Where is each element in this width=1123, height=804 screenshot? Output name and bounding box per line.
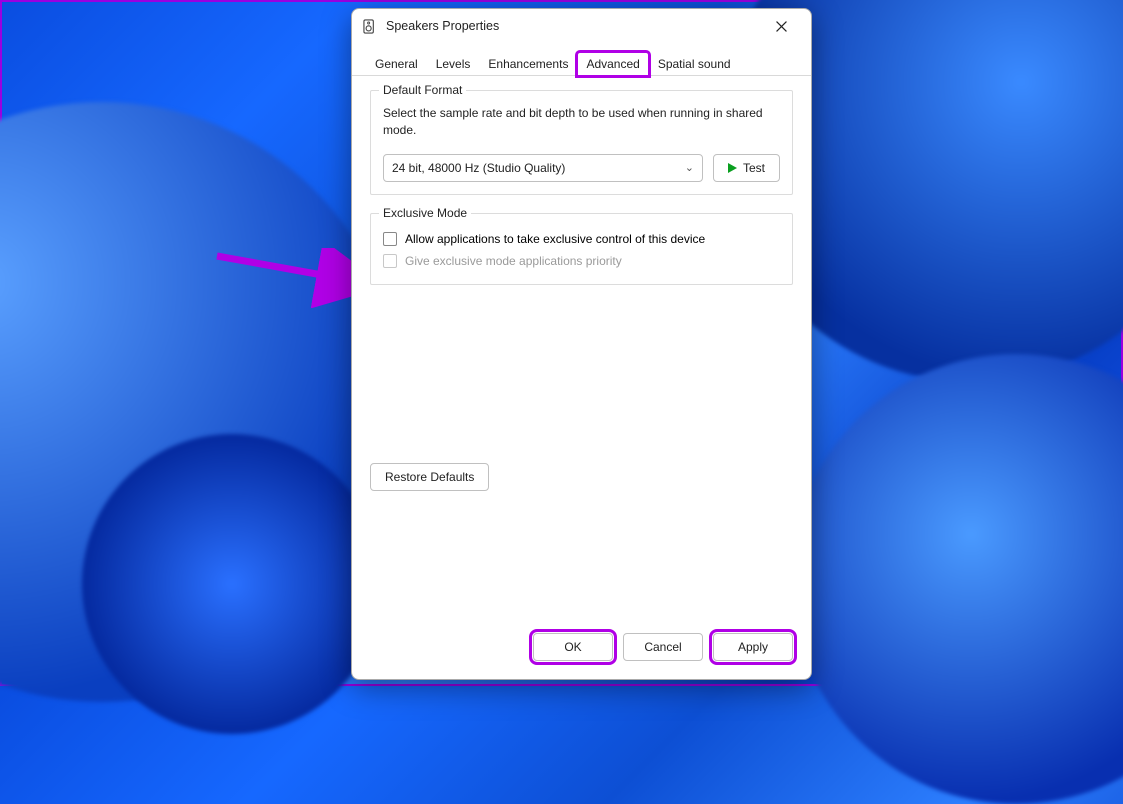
exclusive-mode-title: Exclusive Mode xyxy=(379,206,471,220)
ok-button[interactable]: OK xyxy=(533,633,613,661)
close-icon xyxy=(776,21,787,32)
checkbox-icon xyxy=(383,254,397,268)
tab-advanced[interactable]: Advanced xyxy=(577,52,648,76)
close-button[interactable] xyxy=(761,12,801,40)
titlebar: Speakers Properties xyxy=(352,9,811,43)
give-priority-label: Give exclusive mode applications priorit… xyxy=(405,254,622,268)
apply-button[interactable]: Apply xyxy=(713,633,793,661)
default-format-title: Default Format xyxy=(379,83,466,97)
tab-levels[interactable]: Levels xyxy=(427,52,480,76)
allow-exclusive-label: Allow applications to take exclusive con… xyxy=(405,232,705,246)
speaker-icon xyxy=(362,18,378,34)
tab-general[interactable]: General xyxy=(366,52,427,76)
chevron-down-icon: ⌄ xyxy=(685,161,694,174)
ok-button-label: OK xyxy=(564,640,581,654)
tab-enhancements[interactable]: Enhancements xyxy=(479,52,577,76)
tab-strip: General Levels Enhancements Advanced Spa… xyxy=(352,43,811,76)
apply-button-label: Apply xyxy=(738,640,768,654)
tab-spatial-sound[interactable]: Spatial sound xyxy=(649,52,740,76)
restore-defaults-button[interactable]: Restore Defaults xyxy=(370,463,489,491)
background-shape xyxy=(791,354,1123,804)
checkbox-icon xyxy=(383,232,397,246)
sample-rate-combobox[interactable]: 24 bit, 48000 Hz (Studio Quality) ⌄ xyxy=(383,154,703,182)
checkbox-allow-exclusive[interactable]: Allow applications to take exclusive con… xyxy=(383,228,780,250)
cancel-button-label: Cancel xyxy=(644,640,681,654)
dialog-footer: OK Cancel Apply xyxy=(352,621,811,679)
default-format-help: Select the sample rate and bit depth to … xyxy=(383,105,780,140)
background-shape xyxy=(82,434,382,734)
groupbox-default-format: Default Format Select the sample rate an… xyxy=(370,90,793,195)
properties-dialog: Speakers Properties General Levels Enhan… xyxy=(351,8,812,680)
play-icon xyxy=(728,163,737,173)
window-title: Speakers Properties xyxy=(386,19,499,33)
checkbox-give-priority: Give exclusive mode applications priorit… xyxy=(383,250,780,272)
test-button[interactable]: Test xyxy=(713,154,780,182)
test-button-label: Test xyxy=(743,161,765,175)
cancel-button[interactable]: Cancel xyxy=(623,633,703,661)
tab-content-advanced: Default Format Select the sample rate an… xyxy=(352,76,811,621)
groupbox-exclusive-mode: Exclusive Mode Allow applications to tak… xyxy=(370,213,793,285)
restore-defaults-label: Restore Defaults xyxy=(385,470,474,484)
sample-rate-selected: 24 bit, 48000 Hz (Studio Quality) xyxy=(392,161,565,175)
